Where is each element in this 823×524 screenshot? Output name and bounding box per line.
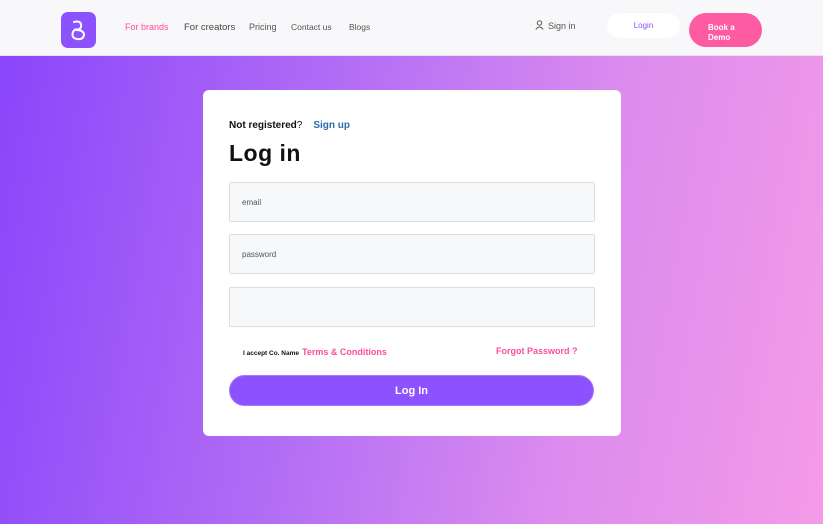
book-demo-line2: Demo xyxy=(708,33,731,42)
login-card: Not registered ? Sign up Log in I accept… xyxy=(203,90,621,436)
password-field[interactable] xyxy=(229,234,595,274)
question-mark: ? xyxy=(296,120,303,131)
terms-line: I accept Co. Name Terms & Conditions xyxy=(243,347,387,357)
user-icon xyxy=(535,20,544,32)
accept-text: I accept Co. Name xyxy=(243,350,299,357)
nav-for-creators[interactable]: For creators xyxy=(184,22,235,33)
brand-logo-icon[interactable] xyxy=(61,12,96,48)
login-button[interactable]: Login xyxy=(607,13,680,38)
book-demo-line1: Book a xyxy=(708,23,735,32)
sign-in-link[interactable]: Sign in xyxy=(535,19,576,33)
log-in-button[interactable]: Log In xyxy=(229,375,594,406)
sign-in-label: Sign in xyxy=(548,21,576,31)
email-field[interactable] xyxy=(229,182,595,222)
extra-field[interactable] xyxy=(229,287,595,327)
nav-pricing[interactable]: Pricing xyxy=(249,22,277,32)
not-registered-text: Not registered xyxy=(229,120,297,131)
sign-up-link[interactable]: Sign up xyxy=(313,120,350,131)
nav-contact-us[interactable]: Contact us xyxy=(291,22,332,32)
page-title: Log in xyxy=(229,140,301,166)
navbar: For brands For creators Pricing Contact … xyxy=(0,0,823,56)
not-registered-line: Not registered ? Sign up xyxy=(229,120,350,131)
terms-link[interactable]: Terms & Conditions xyxy=(302,347,387,357)
nav-for-brands[interactable]: For brands xyxy=(125,22,169,32)
forgot-password-link[interactable]: Forgot Password ? xyxy=(496,346,578,356)
book-demo-button[interactable]: Book a Demo xyxy=(689,13,762,47)
nav-blogs[interactable]: Blogs xyxy=(349,22,370,32)
